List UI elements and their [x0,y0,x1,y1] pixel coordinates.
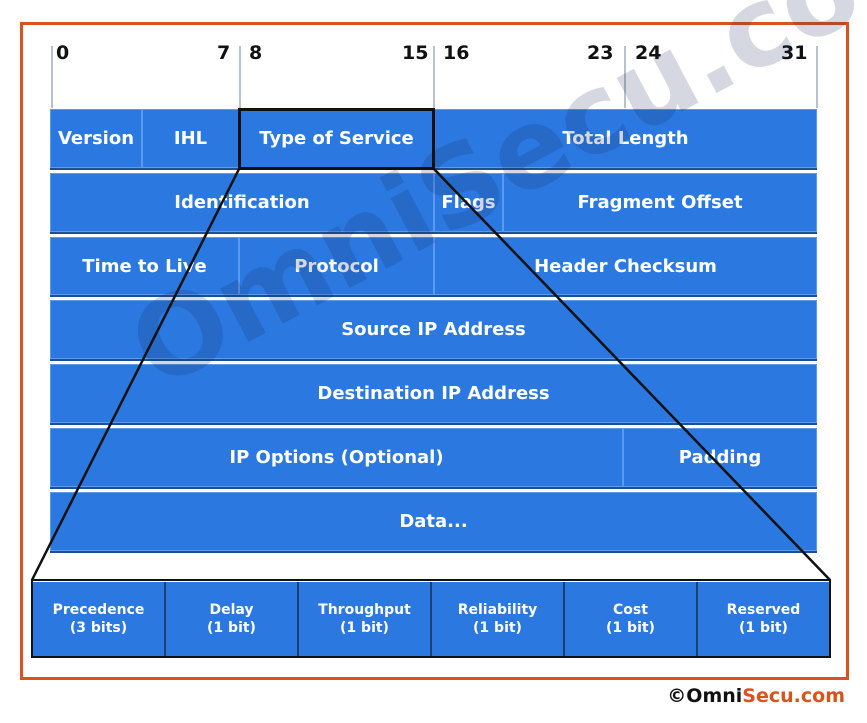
connector-line-left [30,168,241,581]
copyright-brand-part2: Secu.com [742,685,845,707]
tos-detail-box [31,579,831,658]
copyright-notice: ©OmniSecu.com [667,685,845,707]
copyright-symbol: © [667,685,687,707]
connector-line-right [433,168,831,581]
copyright-brand-part1: Omni [686,685,743,707]
